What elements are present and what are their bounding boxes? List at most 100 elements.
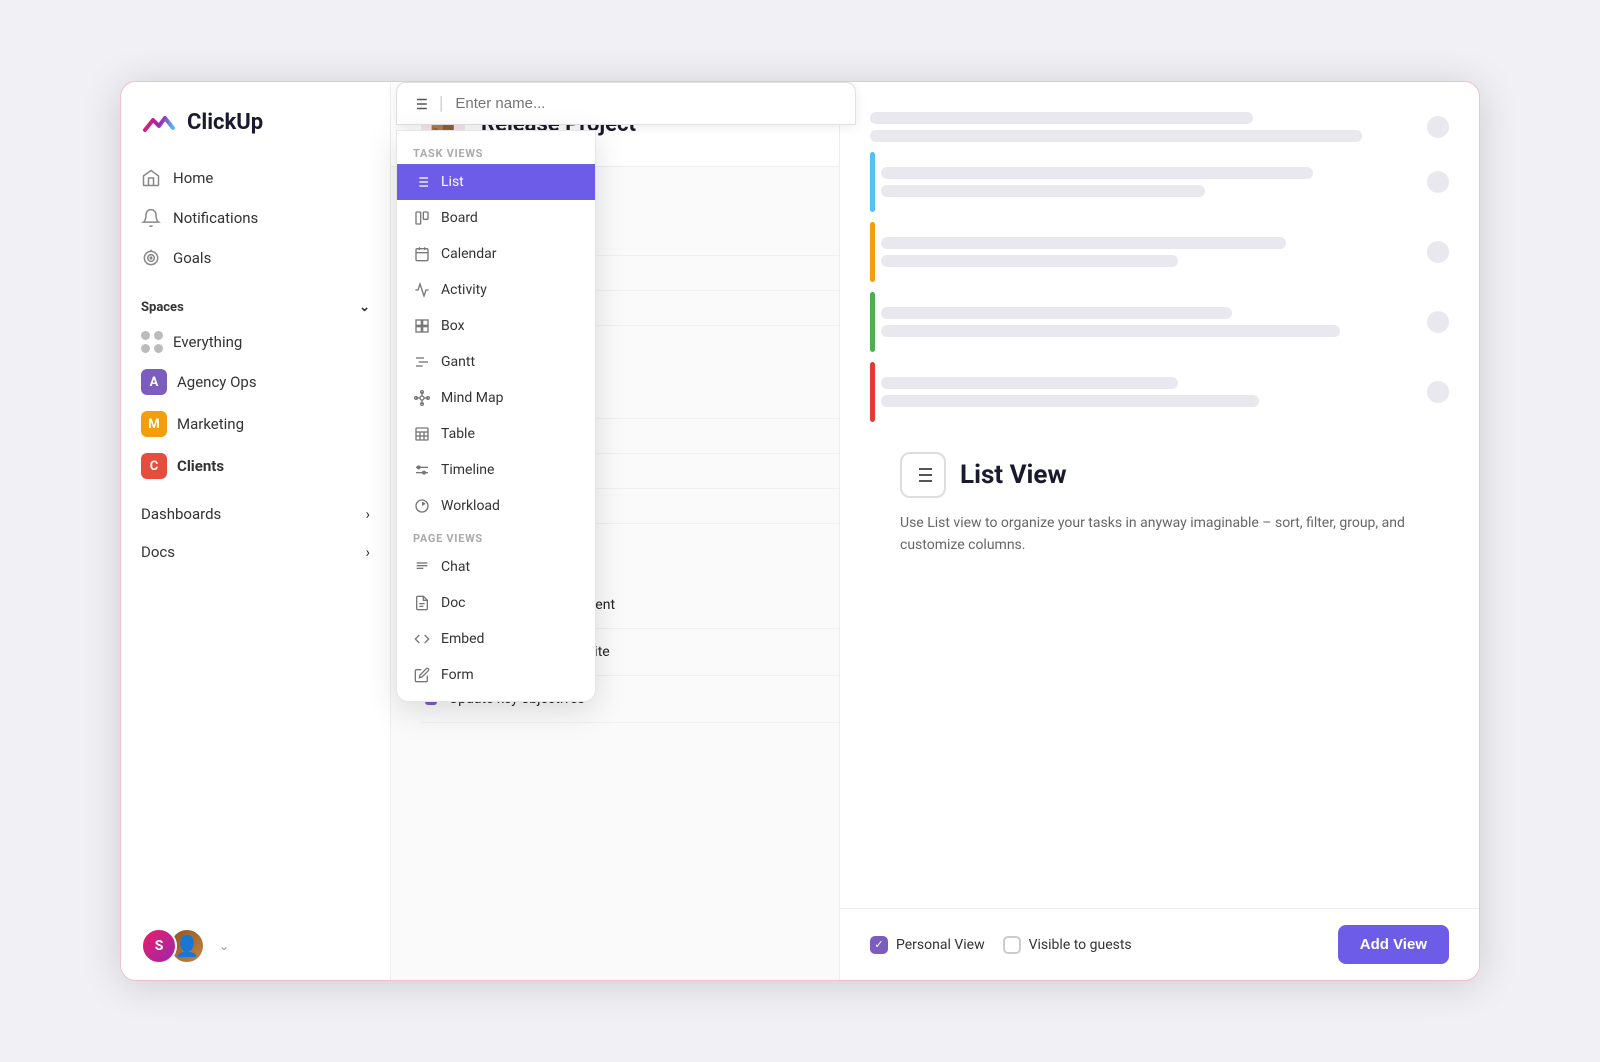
spaces-header[interactable]: Spaces ⌄ — [121, 286, 390, 323]
notifications-label: Notifications — [173, 209, 258, 227]
sidebar-item-clients[interactable]: C Clients — [121, 445, 390, 487]
user-avatar-s: S — [141, 928, 177, 964]
view-name-bar: | — [396, 82, 856, 125]
calendar-label: Calendar — [441, 246, 497, 262]
doc-icon — [413, 594, 431, 612]
user-avatars: S 👤 — [141, 928, 205, 964]
mind-map-label: Mind Map — [441, 390, 503, 406]
agency-ops-avatar: A — [141, 369, 167, 395]
list-icon — [411, 95, 429, 113]
form-label: Form — [441, 667, 474, 683]
dropdown-item-list[interactable]: List — [397, 164, 595, 200]
dropdown-item-board[interactable]: Board — [397, 200, 595, 236]
sidebar-item-home[interactable]: Home — [121, 158, 390, 198]
spaces-list: Everything A Agency Ops M Marketing C Cl… — [121, 323, 390, 487]
marketing-avatar: M — [141, 411, 167, 437]
clients-avatar: C — [141, 453, 167, 479]
dropdown-item-doc[interactable]: Doc — [397, 585, 595, 621]
embed-icon — [413, 630, 431, 648]
docs-label: Docs — [141, 543, 175, 561]
marketing-label: Marketing — [177, 415, 244, 433]
sidebar-footer: S 👤 ⌄ — [121, 912, 390, 980]
sidebar-bottom: Dashboards › Docs › — [121, 487, 390, 579]
preview-graphic — [870, 112, 1449, 422]
sidebar-nav: Home Notifications Goals — [121, 150, 390, 286]
app-name: ClickUp — [187, 110, 263, 135]
goals-label: Goals — [173, 249, 211, 267]
list-label: List — [441, 174, 464, 190]
dashboards-chevron: › — [365, 505, 370, 523]
dropdown-item-form[interactable]: Form — [397, 657, 595, 693]
dropdown-panel: TASK VIEWS List Board — [396, 130, 596, 702]
sidebar: ClickUp Home Notifications — [121, 82, 391, 980]
form-icon — [413, 666, 431, 684]
box-label: Box — [441, 318, 465, 334]
activity-icon — [413, 281, 431, 299]
personal-view-label: Personal View — [896, 937, 985, 953]
board-icon — [413, 209, 431, 227]
board-label: Board — [441, 210, 478, 226]
chat-icon — [413, 558, 431, 576]
sidebar-item-everything[interactable]: Everything — [121, 323, 390, 361]
visible-guests-checkbox[interactable]: Visible to guests — [1003, 936, 1132, 954]
list-view-preview: List View Use List view to organize your… — [840, 82, 1479, 908]
chat-label: Chat — [441, 559, 470, 575]
personal-view-checkbox[interactable]: ✓ Personal View — [870, 936, 985, 954]
home-label: Home — [173, 169, 213, 187]
timeline-icon — [413, 461, 431, 479]
dropdown-chevron[interactable]: ⌄ — [219, 939, 229, 953]
view-name-input[interactable] — [455, 95, 841, 112]
sidebar-item-goals[interactable]: Goals — [121, 238, 390, 278]
right-panel-footer: ✓ Personal View Visible to guests Add Vi… — [840, 908, 1479, 980]
list-view-info: List View Use List view to organize your… — [870, 452, 1449, 597]
dropdown-item-timeline[interactable]: Timeline — [397, 452, 595, 488]
box-icon — [413, 317, 431, 335]
dropdown-item-mind-map[interactable]: Mind Map — [397, 380, 595, 416]
calendar-icon — [413, 245, 431, 263]
check-icon: ✓ — [874, 938, 883, 951]
spaces-chevron: ⌄ — [359, 300, 370, 315]
list-view-icon — [900, 452, 946, 498]
dropdown-item-workload[interactable]: Workload — [397, 488, 595, 524]
gantt-label: Gantt — [441, 354, 475, 370]
dashboards-item[interactable]: Dashboards › — [121, 495, 390, 533]
list-view-description: Use List view to organize your tasks in … — [900, 512, 1419, 557]
dropdown-item-chat[interactable]: Chat — [397, 549, 595, 585]
workload-label: Workload — [441, 498, 500, 514]
dropdown-item-calendar[interactable]: Calendar — [397, 236, 595, 272]
dropdown-item-activity[interactable]: Activity — [397, 272, 595, 308]
embed-label: Embed — [441, 631, 484, 647]
sidebar-item-marketing[interactable]: M Marketing — [121, 403, 390, 445]
cursor-indicator: | — [439, 93, 443, 114]
list-view-header: List View — [900, 452, 1419, 498]
everything-label: Everything — [173, 333, 242, 351]
visible-guests-check-box[interactable] — [1003, 936, 1021, 954]
timeline-label: Timeline — [441, 462, 494, 478]
workload-icon — [413, 497, 431, 515]
gantt-icon — [413, 353, 431, 371]
spaces-label: Spaces — [141, 300, 184, 315]
dropdown-item-box[interactable]: Box — [397, 308, 595, 344]
activity-label: Activity — [441, 282, 487, 298]
agency-ops-label: Agency Ops — [177, 373, 257, 391]
sidebar-item-notifications[interactable]: Notifications — [121, 198, 390, 238]
task-views-label: TASK VIEWS — [397, 139, 595, 164]
dropdown-item-embed[interactable]: Embed — [397, 621, 595, 657]
dropdown-item-gantt[interactable]: Gantt — [397, 344, 595, 380]
table-label: Table — [441, 426, 475, 442]
dashboards-label: Dashboards — [141, 505, 221, 523]
list-icon — [413, 173, 431, 191]
personal-view-check-box[interactable]: ✓ — [870, 936, 888, 954]
app-logo: ClickUp — [121, 82, 390, 150]
table-icon — [413, 425, 431, 443]
visible-guests-label: Visible to guests — [1029, 937, 1132, 953]
docs-item[interactable]: Docs › — [121, 533, 390, 571]
dropdown-item-table[interactable]: Table — [397, 416, 595, 452]
doc-label: Doc — [441, 595, 466, 611]
add-view-button[interactable]: Add View — [1338, 925, 1449, 964]
clients-label: Clients — [177, 457, 224, 475]
right-panel: List View Use List view to organize your… — [839, 82, 1479, 980]
everything-icon — [141, 331, 163, 353]
list-view-title: List View — [960, 460, 1067, 490]
sidebar-item-agency-ops[interactable]: A Agency Ops — [121, 361, 390, 403]
